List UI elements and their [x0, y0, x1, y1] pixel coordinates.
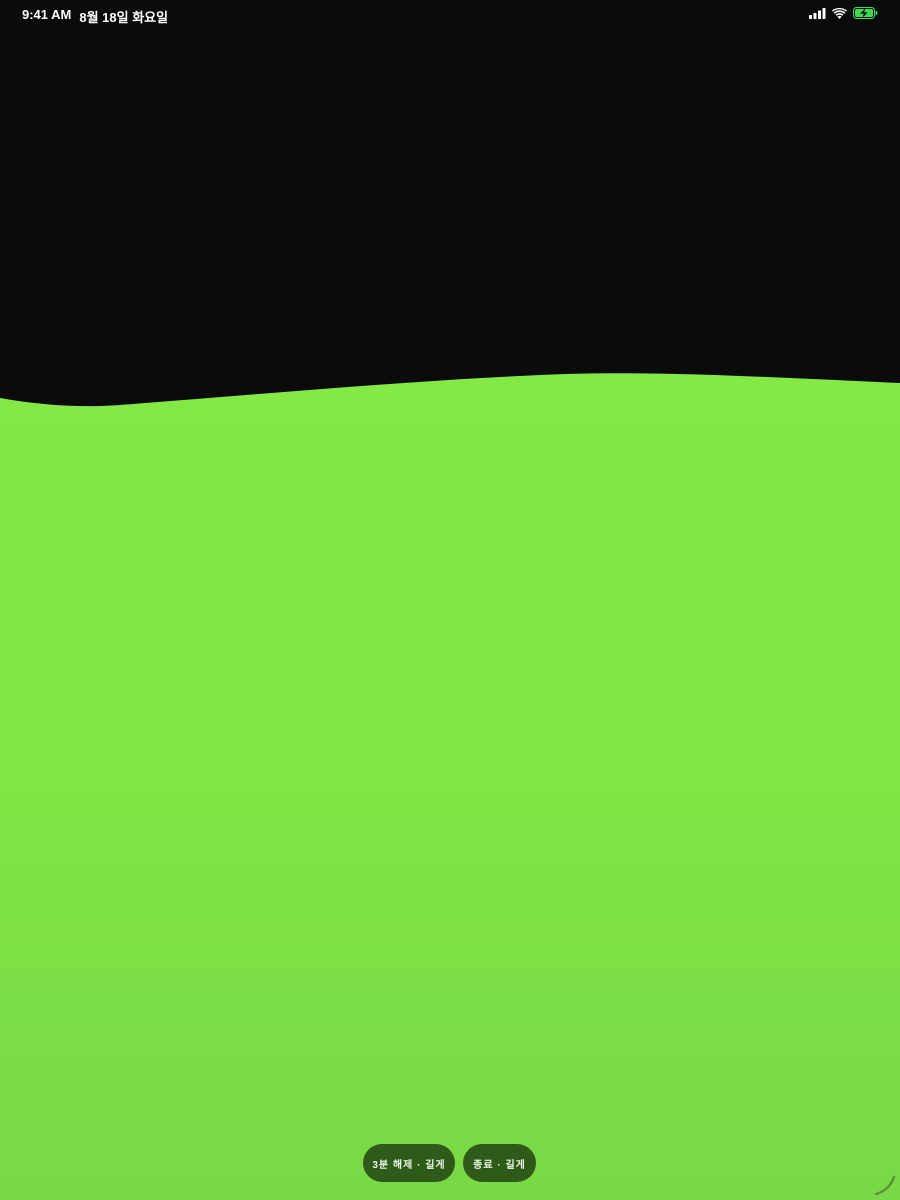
battery-charging-icon: [853, 7, 878, 19]
cellular-signal-icon: [809, 7, 826, 19]
end-button[interactable]: 종료 · 길게: [463, 1144, 536, 1182]
timer-controls: 3분 해제 · 길게 종료 · 길게: [363, 1144, 536, 1182]
resize-corner-icon: [874, 1174, 896, 1196]
wifi-icon: [832, 7, 847, 19]
green-fill-wave: [0, 373, 900, 1200]
pause-3min-button[interactable]: 3분 해제 · 길게: [363, 1144, 455, 1182]
status-time: 9:41 AM: [22, 7, 72, 22]
status-bar: 9:41 AM 8월 18일 화요일: [0, 0, 900, 28]
screen: 9:41 AM 8월 18일 화요일 3분 해제 · 길게 종료 · 길게: [0, 0, 900, 1200]
status-left: 9:41 AM 8월 18일 화요일: [22, 7, 168, 26]
status-right: [809, 7, 878, 19]
status-date: 8월 18일 화요일: [79, 10, 169, 25]
